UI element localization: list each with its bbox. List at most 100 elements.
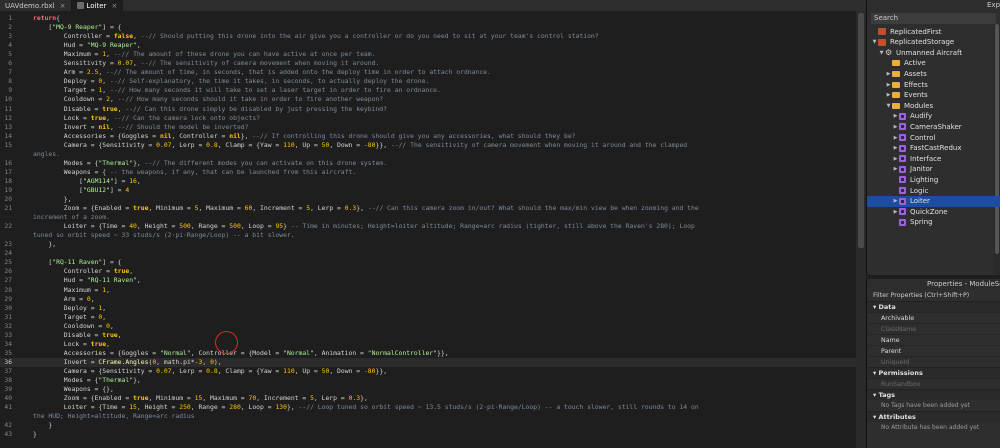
code-line[interactable]: 36 Invert = CFrame.Angles(0, math.pi*-3,… xyxy=(0,357,856,367)
code-line[interactable]: 12 Lock = true, --// Can the camera lock… xyxy=(0,114,856,123)
explorer-item[interactable]: ▶ Effects xyxy=(867,79,1000,90)
code-line[interactable]: 19 ["GBU12"] = 4 xyxy=(0,186,856,195)
code-line[interactable]: 16 Modes = {"Thermal"}, --// The differe… xyxy=(0,159,856,168)
property-section-header[interactable]: ▾ Attributes xyxy=(867,411,1000,422)
chevron-right-icon[interactable]: ▶ xyxy=(892,113,899,119)
code-line[interactable]: increment of a zoom. xyxy=(0,213,856,222)
close-icon[interactable]: × xyxy=(60,2,66,10)
code-line[interactable]: 17 Weapons = { -- the weapons, if any, t… xyxy=(0,168,856,177)
code-line[interactable]: 14 Accessories = {Goggles = nil, Control… xyxy=(0,132,856,141)
chevron-right-icon[interactable]: ▶ xyxy=(892,145,899,151)
explorer-item[interactable]: ▶ Interface xyxy=(867,153,1000,164)
chevron-right-icon[interactable]: ▶ xyxy=(892,209,899,215)
code-line[interactable]: 8 Deploy = 0, --// Self-explanatory, the… xyxy=(0,77,856,86)
scrollbar-thumb[interactable] xyxy=(858,13,864,248)
chevron-right-icon[interactable]: ▶ xyxy=(892,198,899,204)
chevron-right-icon[interactable]: ▶ xyxy=(892,124,899,130)
explorer-item[interactable]: ▼ ReplicatedStorage xyxy=(867,37,1000,48)
code-line[interactable]: 26 Controller = true, xyxy=(0,267,856,276)
code-line[interactable]: 28 Maximum = 1, xyxy=(0,286,856,295)
explorer-item[interactable]: ▶ Loiter xyxy=(867,195,1000,207)
code-line[interactable]: 2 ["MQ-9 Reaper"] = { xyxy=(0,23,856,32)
property-row[interactable]: Name xyxy=(867,334,1000,345)
chevron-right-icon[interactable]: ▶ xyxy=(892,135,899,141)
chevron-right-icon[interactable]: ▶ xyxy=(892,166,899,172)
explorer-item[interactable]: Logic xyxy=(867,185,1000,196)
code-line[interactable]: 38 Modes = {"Thermal"}, xyxy=(0,376,856,385)
chevron-right-icon[interactable]: ▶ xyxy=(885,71,892,77)
explorer-item[interactable]: ▼ Modules xyxy=(867,100,1000,111)
close-icon[interactable]: × xyxy=(111,2,117,10)
code-line[interactable]: 10 Cooldown = 2, --// How many seconds s… xyxy=(0,95,856,104)
code-line[interactable]: 31 Target = 0, xyxy=(0,313,856,322)
chevron-down-icon[interactable]: ▼ xyxy=(871,39,878,45)
code-line[interactable]: 32 Cooldown = 0, xyxy=(0,322,856,331)
code-line[interactable]: 13 Invert = nil, --// Should the model b… xyxy=(0,123,856,132)
code-line[interactable]: 1 return{ xyxy=(0,14,856,23)
explorer-item[interactable]: ▶ Audify xyxy=(867,111,1000,122)
code-line[interactable]: 43} xyxy=(0,430,856,439)
code-line[interactable]: 9 Target = 1, --// How many seconds it w… xyxy=(0,86,856,95)
chevron-down-icon[interactable]: ▼ xyxy=(885,103,892,109)
chevron-right-icon[interactable]: ▶ xyxy=(885,82,892,88)
code-line[interactable]: 42 } xyxy=(0,421,856,430)
property-section-header[interactable]: ▾ Data xyxy=(867,301,1000,312)
tab-uavdemo[interactable]: UAVdemo.rbxl × xyxy=(0,0,72,11)
code-line[interactable]: 29 Arm = 0, xyxy=(0,295,856,304)
property-row[interactable]: ClassName xyxy=(867,323,1000,334)
code-line[interactable]: 30 Deploy = 1, xyxy=(0,304,856,313)
code-line[interactable]: 33 Disable = true, xyxy=(0,331,856,340)
code-line[interactable]: 25 ["RQ-11 Raven"] = { xyxy=(0,258,856,267)
property-row[interactable]: Parent xyxy=(867,345,1000,356)
explorer-item[interactable]: ▶ QuickZone xyxy=(867,206,1000,217)
code-line[interactable]: 40 Zoom = {Enabled = true, Minimum = 15,… xyxy=(0,394,856,403)
property-row[interactable]: Archivable xyxy=(867,312,1000,323)
chevron-down-icon[interactable]: ▼ xyxy=(878,50,885,56)
code-line[interactable]: angles. xyxy=(0,150,856,159)
editor-scrollbar[interactable] xyxy=(856,11,866,448)
code-line[interactable]: tuned so orbit speed ~ 33 studs/s (2·pi·… xyxy=(0,231,856,240)
explorer-item[interactable]: ▶ Janitor xyxy=(867,164,1000,175)
explorer-item[interactable]: ▶ Control xyxy=(867,132,1000,143)
explorer-search-input[interactable]: Search xyxy=(871,13,996,24)
tab-loiter[interactable]: Loiter × xyxy=(71,0,124,11)
code-line[interactable]: 4 Hud = "MQ-9 Reaper", xyxy=(0,41,856,50)
code-line[interactable]: the HUD; Height=altitude, Range=arc radi… xyxy=(0,412,856,421)
code-line[interactable]: 6 Sensitivity = 0.07, --// The sensitivi… xyxy=(0,59,856,68)
explorer-item[interactable]: ▶ Events xyxy=(867,90,1000,101)
code-line[interactable]: 35 Accessories = {Goggles = "Normal", Co… xyxy=(0,349,856,358)
code-line[interactable]: 7 Arm = 2.5, --// The amount of time, in… xyxy=(0,68,856,77)
explorer-item[interactable]: Spring xyxy=(867,217,1000,228)
code-line[interactable]: 22 Loiter = {Time = 40, Height = 500, Ra… xyxy=(0,222,856,231)
code-line[interactable]: 34 Lock = true, xyxy=(0,340,856,349)
code-line[interactable]: 3 Controller = false, --// Should puttin… xyxy=(0,32,856,41)
property-row[interactable]: UniqueId xyxy=(867,356,1000,367)
code-line[interactable]: 41 Loiter = {Time = 15, Height = 250, Ra… xyxy=(0,403,856,412)
explorer-item[interactable]: Active xyxy=(867,58,1000,69)
property-section-header[interactable]: ▾ Permissions xyxy=(867,367,1000,378)
code-line[interactable]: 23 }, xyxy=(0,240,856,249)
explorer-item[interactable]: ▶ CameraShaker xyxy=(867,121,1000,132)
code-line[interactable]: 20 }, xyxy=(0,195,856,204)
chevron-right-icon[interactable]: ▶ xyxy=(892,156,899,162)
explorer-item[interactable]: ▶ Assets xyxy=(867,68,1000,79)
code-line[interactable]: 24 xyxy=(0,249,856,258)
code-line[interactable]: 18 ["AGM114"] = 16, xyxy=(0,177,856,186)
property-row[interactable]: RunSandbox xyxy=(867,378,1000,389)
code-line[interactable]: 21 Zoom = {Enabled = true, Minimum = 5, … xyxy=(0,204,856,213)
explorer-item[interactable]: Lighting xyxy=(867,174,1000,185)
code-line[interactable]: 5 Maximum = 1, --// The amount of these … xyxy=(0,50,856,59)
code-line[interactable]: 37 Camera = {Sensitivity = 0.07, Lerp = … xyxy=(0,367,856,376)
code-line[interactable]: 11 Disable = true, --// Can this drone s… xyxy=(0,105,856,114)
explorer-item[interactable]: ▶ FastCastRedux xyxy=(867,143,1000,154)
code-line[interactable]: 27 Hud = "RQ-11 Raven", xyxy=(0,276,856,285)
explorer-item[interactable]: ▼ ⚙ Unmanned Aircraft xyxy=(867,47,1000,58)
chevron-right-icon[interactable]: ▶ xyxy=(885,92,892,98)
property-section-header[interactable]: ▾ Tags xyxy=(867,389,1000,400)
code-line[interactable]: 15 Camera = {Sensitivity = 0.07, Lerp = … xyxy=(0,141,856,150)
properties-filter-input[interactable]: Filter Properties (Ctrl+Shift+P) xyxy=(867,290,1000,301)
explorer-item[interactable]: ReplicatedFirst xyxy=(867,26,1000,37)
code-text: return{ xyxy=(33,14,60,23)
code-line[interactable]: 39 Weapons = {}, xyxy=(0,385,856,394)
code-editor[interactable]: 1 return{2 ["MQ-9 Reaper"] = {3 Controlle… xyxy=(0,11,866,448)
